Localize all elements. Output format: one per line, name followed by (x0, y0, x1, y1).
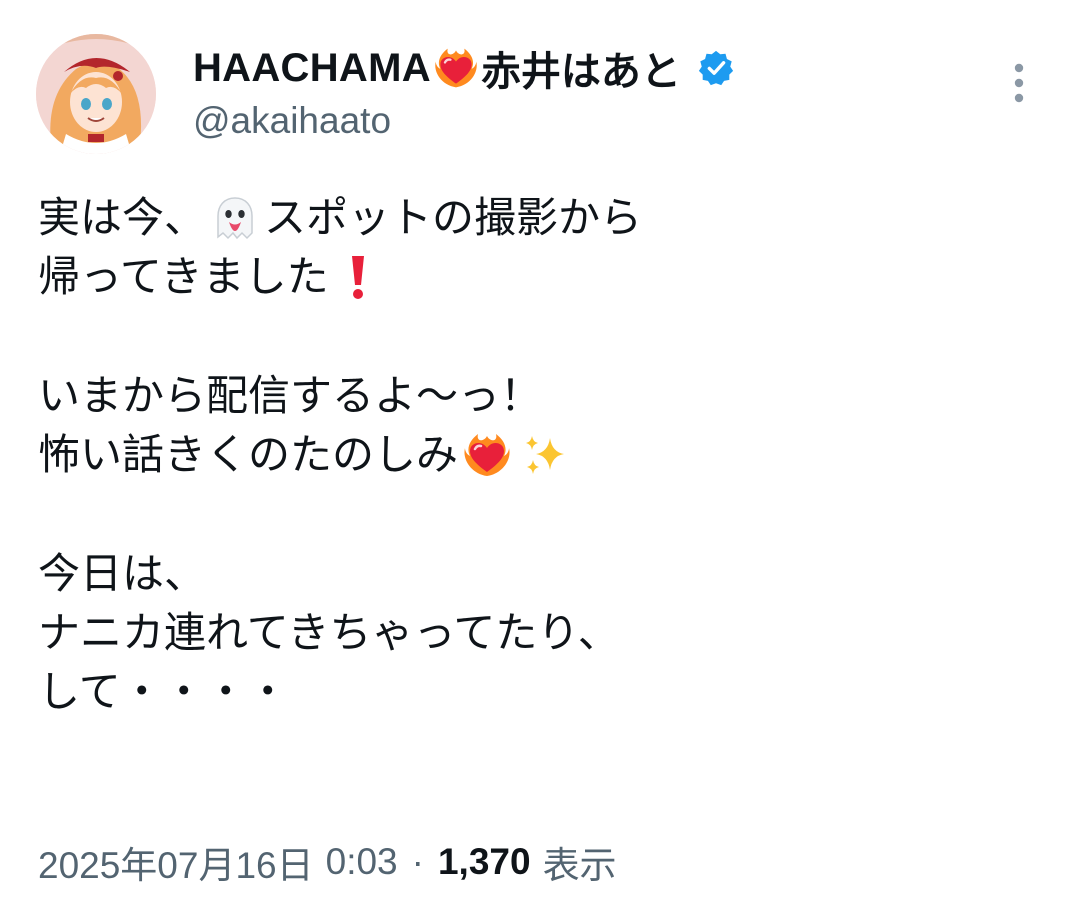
tweet-text-segment: 帰ってきました (38, 252, 329, 302)
tweet-time[interactable]: 0:03 (326, 841, 398, 883)
tweet-text-segment: いまから配信するよ〜っ！ (38, 370, 543, 420)
tweet-line: して・・・・ (38, 662, 1038, 721)
tweet-line: いまから配信するよ〜っ！ (38, 366, 1038, 425)
tweet-line: 実は今、 スポットの撮影から (38, 188, 1038, 247)
author-name-row[interactable]: HAACHAMA 赤井はあと (193, 40, 735, 96)
tweet-text-segment: 怖い話きくのたのしみ (38, 430, 459, 480)
author-handle[interactable]: @akaihaato (193, 100, 391, 142)
exclamation-icon (333, 252, 383, 302)
tweet-line: 帰ってきました (38, 247, 1038, 306)
meta-separator: · (411, 841, 424, 882)
tweet-text-segment: して・・・・ (38, 667, 289, 717)
avatar[interactable] (36, 34, 156, 154)
tweet-card: HAACHAMA 赤井はあと @akaihaato 実は今、 スポットの撮影から帰… (0, 0, 1080, 919)
tweet-text: 実は今、 スポットの撮影から帰ってきました いまから配信するよ〜っ！ 怖い話きくのた… (38, 188, 1038, 722)
tweet-date[interactable]: 2025年07月16日 (38, 835, 314, 889)
views-count: 1,370 (437, 841, 531, 882)
heart-on-fire-icon (433, 45, 479, 91)
tweet-text-segment: スポットの撮影から (264, 193, 643, 242)
tweet-text-segment: ナニカ連れてきちゃってたり、 (38, 608, 620, 658)
tweet-text-segment: 今日は、 (38, 548, 207, 598)
ghost-icon (210, 193, 260, 243)
verified-badge-icon[interactable] (697, 49, 735, 87)
tweet-meta: 2025年07月16日 0:03 · 1,370 表示 (38, 836, 617, 888)
tweet-text-segment: 実は今、 (38, 193, 207, 242)
tweet-line: 怖い話きくのたのしみ (38, 425, 1038, 484)
tweet-line: 今日は、 (38, 544, 1038, 603)
views-label: 表示 (542, 845, 617, 886)
heart-on-fire-icon (462, 430, 512, 480)
tweet-line: ナニカ連れてきちゃってたり、 (38, 603, 1038, 662)
sparkles-icon (520, 430, 570, 480)
more-vertical-icon[interactable] (1008, 62, 1030, 104)
avatar-image (36, 34, 156, 154)
author-display-name-jp[interactable]: 赤井はあと (481, 39, 681, 97)
author-display-name[interactable]: HAACHAMA (193, 46, 431, 91)
